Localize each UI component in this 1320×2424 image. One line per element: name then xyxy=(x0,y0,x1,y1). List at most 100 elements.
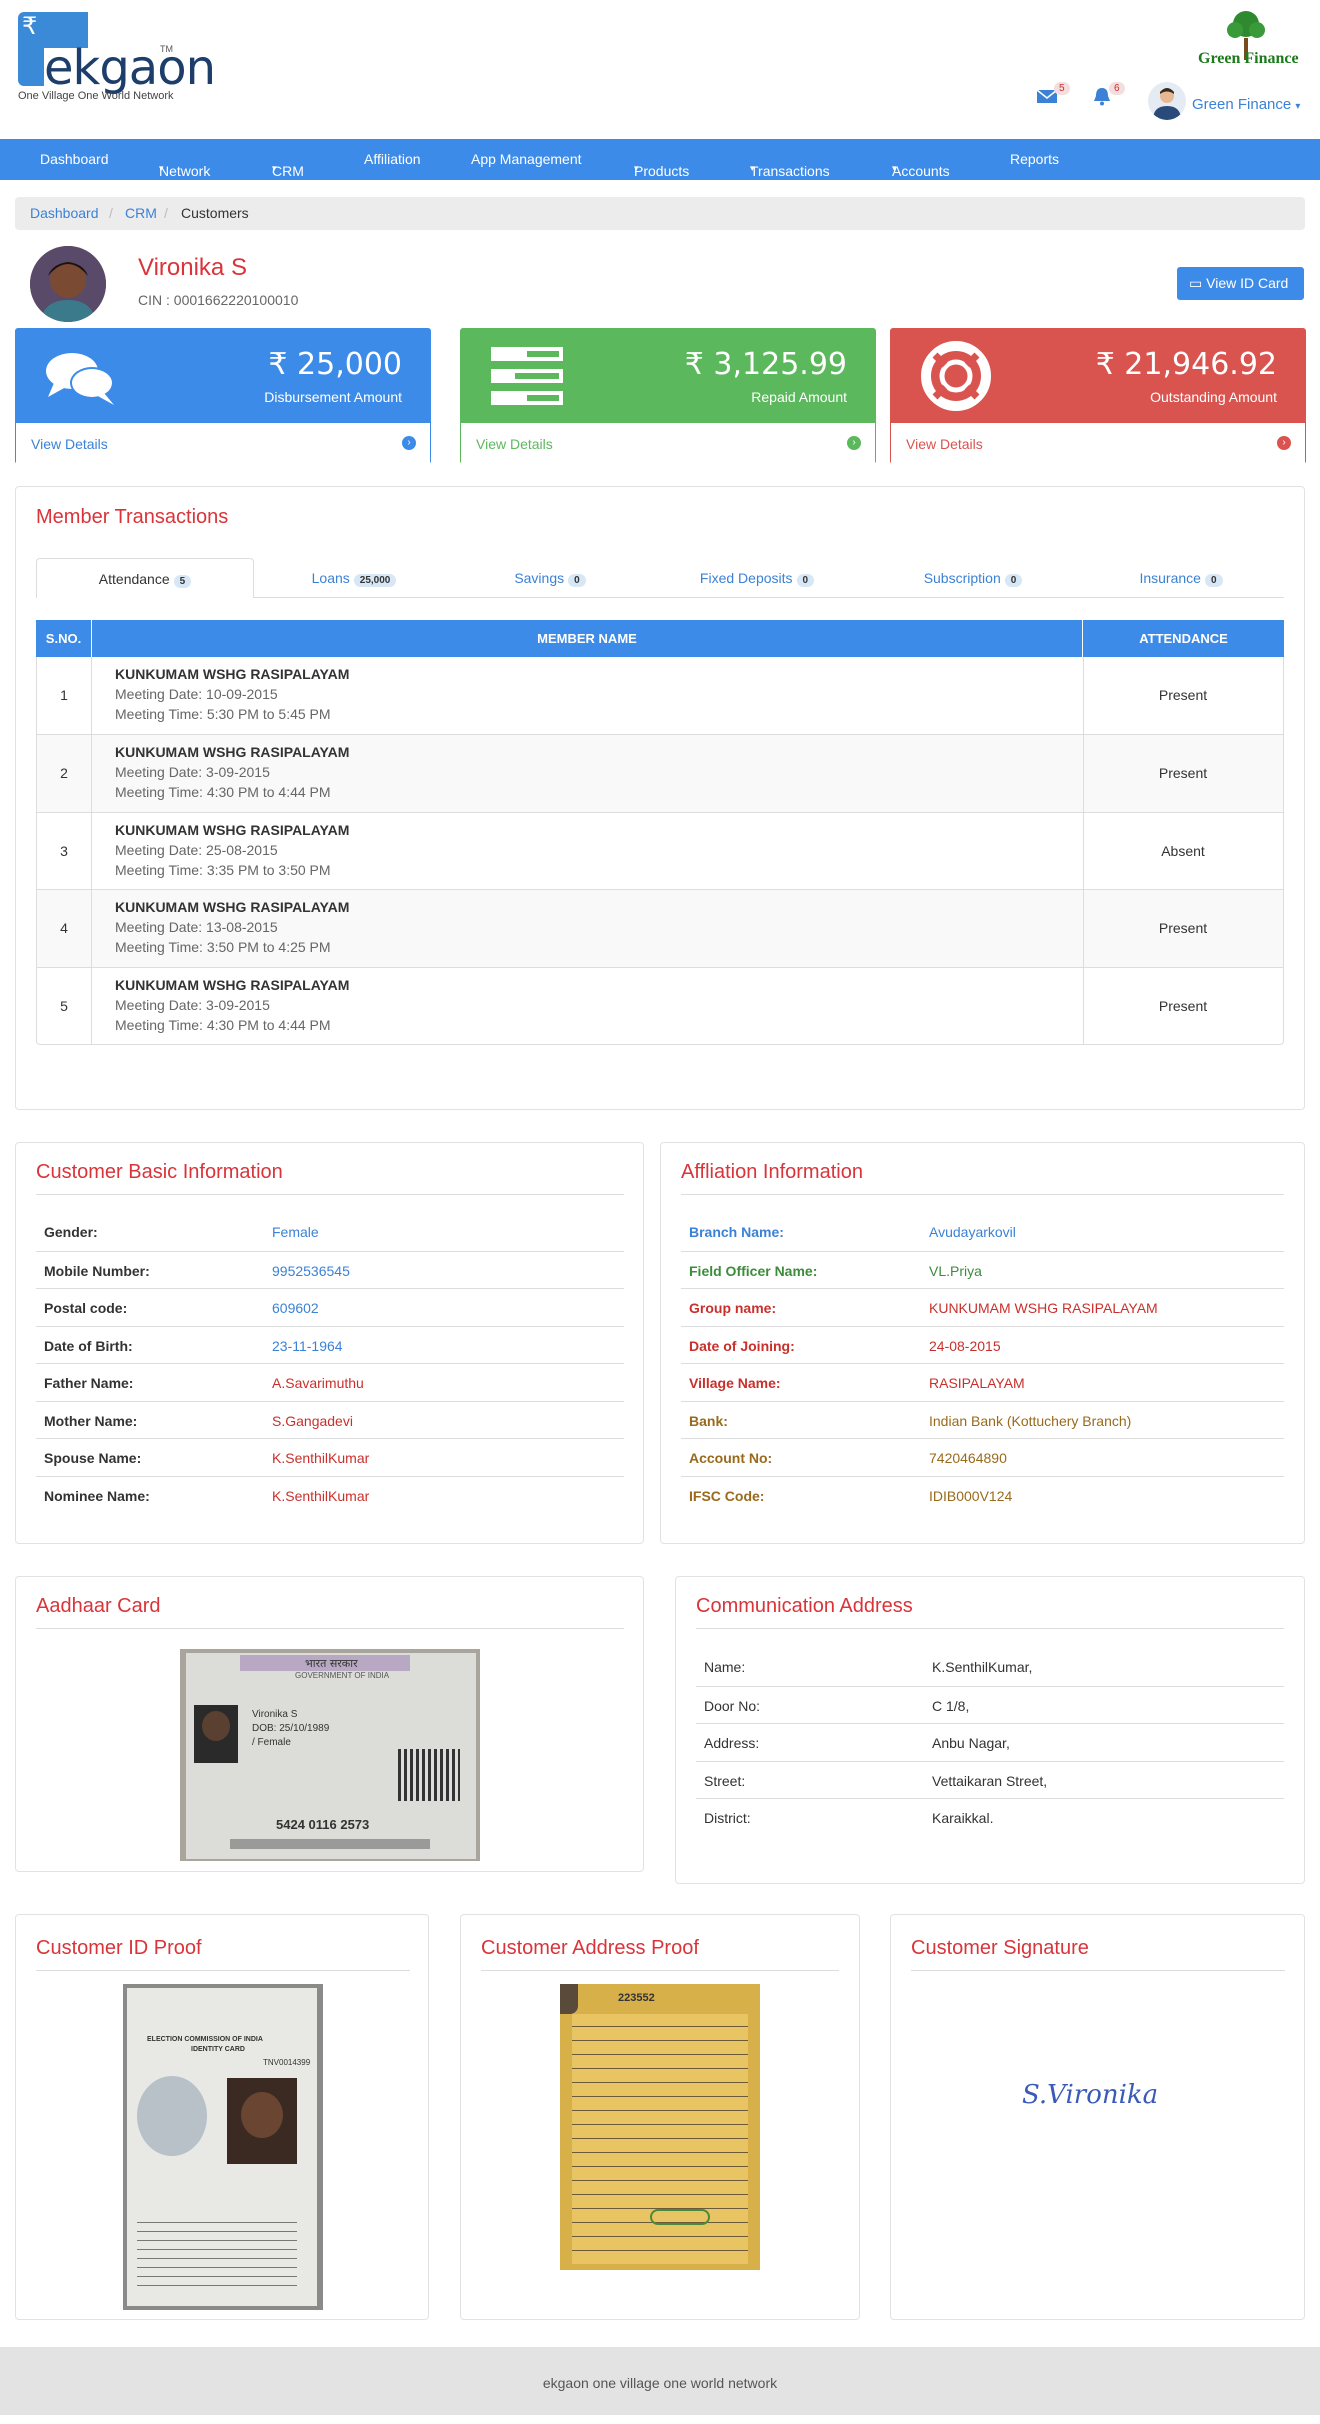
user-menu[interactable]: Green Finance ▾ xyxy=(1192,96,1300,113)
column-member-name: MEMBER NAME xyxy=(92,620,1082,657)
table-row: 2 KUNKUMAM WSHG RASIPALAYAM Meeting Date… xyxy=(36,735,1284,813)
info-row: Date of Birth: 23-11-1964 xyxy=(36,1325,624,1363)
disbursement-view-details[interactable]: View Details › xyxy=(16,423,430,464)
row-attendance: Present xyxy=(1158,687,1208,703)
tab-subscription[interactable]: Subscription 0 xyxy=(868,558,1078,598)
caret-down-icon: ▾ xyxy=(634,163,639,173)
customer-cin: CIN : 0001662220100010 xyxy=(138,292,299,308)
row-attendance: Present xyxy=(1158,765,1208,781)
info-value: K.SenthilKumar, xyxy=(932,1659,1033,1675)
row-group-name: KUNKUMAM WSHG RASIPALAYAM xyxy=(115,744,350,760)
partner-logo-text: Green Finance xyxy=(1198,50,1299,67)
outstanding-view-details[interactable]: View Details › xyxy=(891,423,1305,464)
id-proof-ec-text: ELECTION COMMISSION OF INDIA xyxy=(147,2036,263,2043)
info-label: Gender: xyxy=(44,1224,98,1240)
id-proof-image[interactable]: ELECTION COMMISSION OF INDIA IDENTITY CA… xyxy=(123,1984,323,2310)
caret-down-icon: ▾ xyxy=(1295,101,1301,112)
caret-down-icon: ▾ xyxy=(272,163,277,173)
arrow-circle-right-icon: › xyxy=(1277,436,1291,450)
info-row: Bank: Indian Bank (Kottuchery Branch) xyxy=(681,1400,1284,1438)
address-proof-image[interactable]: 223552 xyxy=(560,1984,760,2270)
breadcrumb-crm[interactable]: CRM xyxy=(125,205,157,221)
info-value: Vettaikaran Street, xyxy=(932,1772,1048,1789)
nav-dashboard[interactable]: Dashboard xyxy=(40,151,109,167)
view-id-card-button[interactable]: ▭ View ID Card xyxy=(1177,267,1304,300)
breadcrumb-dashboard[interactable]: Dashboard xyxy=(30,205,99,221)
nav-app-management[interactable]: App Management xyxy=(471,151,582,167)
outstanding-label: Outstanding Amount xyxy=(1150,389,1277,405)
info-label: District: xyxy=(704,1810,751,1826)
info-value: 9952536545 xyxy=(272,1262,350,1279)
breadcrumb-separator: / xyxy=(109,205,113,221)
info-value: C 1/8, xyxy=(932,1697,970,1714)
info-row: IFSC Code: IDIB000V124 xyxy=(681,1475,1284,1513)
column-sno: S.NO. xyxy=(36,620,91,657)
row-meeting-date: Meeting Date: 3-09-2015 xyxy=(115,764,270,780)
info-value: RASIPALAYAM xyxy=(929,1375,1025,1391)
aadhaar-card-image[interactable]: भारत सरकार GOVERNMENT OF INDIA Vironika … xyxy=(180,1649,480,1861)
row-sno: 5 xyxy=(60,998,68,1014)
user-name: Green Finance xyxy=(1192,96,1292,113)
basic-info-title: Customer Basic Information xyxy=(36,1161,283,1183)
info-label: Mobile Number: xyxy=(44,1262,150,1279)
info-label: Date of Joining: xyxy=(689,1337,795,1354)
info-label: Branch Name: xyxy=(689,1224,784,1240)
breadcrumb-separator: / xyxy=(164,205,168,221)
row-sno: 4 xyxy=(60,920,68,936)
aadhaar-number: 5424 0116 2573 xyxy=(276,1817,370,1832)
disbursement-card: ₹ 25,000 Disbursement Amount View Detail… xyxy=(15,328,431,464)
info-row: District: Karaikkal. xyxy=(696,1798,1284,1835)
savings-count-badge: 0 xyxy=(568,574,586,587)
view-details-link: View Details xyxy=(31,436,108,452)
customer-name: Vironika S xyxy=(138,254,247,281)
info-value: KUNKUMAM WSHG RASIPALAYAM xyxy=(929,1300,1158,1316)
caret-down-icon: ▾ xyxy=(750,163,755,173)
info-label: Address: xyxy=(704,1735,760,1751)
row-meeting-date: Meeting Date: 10-09-2015 xyxy=(115,686,278,702)
user-avatar[interactable] xyxy=(1148,82,1186,120)
tab-loans[interactable]: Loans 25,000 xyxy=(254,558,454,598)
repaid-view-details[interactable]: View Details › xyxy=(461,423,875,464)
row-meeting-date: Meeting Date: 25-08-2015 xyxy=(115,842,278,858)
info-value: 23-11-1964 xyxy=(272,1337,343,1354)
row-attendance: Present xyxy=(1158,998,1208,1014)
insurance-count-badge: 0 xyxy=(1204,574,1223,587)
mail-count-badge: 5 xyxy=(1054,82,1070,95)
tab-insurance[interactable]: Insurance 0 xyxy=(1078,558,1284,598)
subscription-count-badge: 0 xyxy=(1004,574,1023,587)
info-value: 7420464890 xyxy=(929,1450,1007,1466)
table-row: 5 KUNKUMAM WSHG RASIPALAYAM Meeting Date… xyxy=(36,968,1284,1045)
tab-attendance[interactable]: Attendance 5 xyxy=(36,558,254,598)
info-row: Door No: C 1/8, xyxy=(696,1685,1284,1723)
info-value: Female xyxy=(272,1224,319,1240)
nav-reports[interactable]: Reports xyxy=(1010,151,1059,167)
info-label: Account No: xyxy=(689,1450,773,1466)
nav-affiliation[interactable]: Affiliation xyxy=(364,151,421,167)
aadhaar-gender: / Female xyxy=(252,1737,291,1748)
row-meeting-time: Meeting Time: 3:35 PM to 3:50 PM xyxy=(115,862,331,878)
info-value: Karaikkal. xyxy=(932,1810,994,1826)
affiliation-title: Affliation Information xyxy=(681,1161,863,1183)
member-transactions-title: Member Transactions xyxy=(36,506,229,528)
info-label: Father Name: xyxy=(44,1375,134,1391)
tab-savings[interactable]: Savings 0 xyxy=(454,558,646,598)
logo-text: ekgaon xyxy=(44,40,216,96)
info-value: Indian Bank (Kottuchery Branch) xyxy=(929,1412,1132,1429)
aadhaar-title: Aadhaar Card xyxy=(36,1595,161,1617)
arrow-circle-right-icon: › xyxy=(402,436,416,450)
outstanding-card: ₹ 21,946.92 Outstanding Amount View Deta… xyxy=(890,328,1306,464)
info-label: Village Name: xyxy=(689,1375,781,1391)
row-sno: 3 xyxy=(60,843,68,859)
info-label: Spouse Name: xyxy=(44,1450,142,1466)
info-value: K.SenthilKumar xyxy=(272,1487,370,1504)
info-label: Date of Birth: xyxy=(44,1337,133,1354)
customer-signature-image: S.Vironika xyxy=(1022,2080,1159,2110)
id-proof-number: TNV0014399 xyxy=(263,2058,311,2067)
row-meeting-date: Meeting Date: 13-08-2015 xyxy=(115,919,278,935)
tab-fixed-deposits[interactable]: Fixed Deposits 0 xyxy=(646,558,868,598)
row-meeting-time: Meeting Time: 4:30 PM to 4:44 PM xyxy=(115,784,331,800)
loans-count-badge: 25,000 xyxy=(353,574,397,587)
aadhaar-header-text: भारत सरकार xyxy=(305,1657,358,1670)
aadhaar-gov-text: GOVERNMENT OF INDIA xyxy=(295,1671,390,1680)
customer-photo xyxy=(30,246,106,322)
